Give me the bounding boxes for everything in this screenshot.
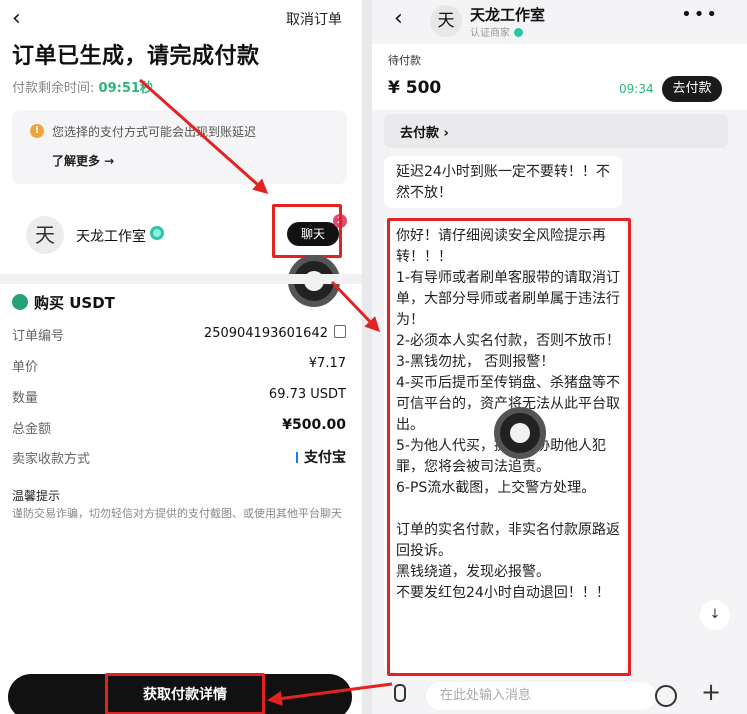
pending-payment-label: 待付款 bbox=[388, 54, 421, 67]
timer-label: 付款剩余时间: bbox=[12, 81, 95, 96]
payment-method: 支付宝 bbox=[296, 447, 346, 467]
tips-text: 谨防交易诈骗，切勿轻信对方提供的支付截图、或使用其他平台聊天 bbox=[12, 507, 342, 520]
warning-icon: ! bbox=[30, 124, 44, 138]
payment-notice: ! 您选择的支付方式可能会出现到账延迟 了解更多 → bbox=[12, 110, 347, 184]
verified-badge-icon bbox=[150, 226, 164, 240]
cancel-order-button[interactable]: 取消订单 bbox=[286, 9, 342, 29]
divider bbox=[0, 274, 362, 284]
payment-method-value: 支付宝 bbox=[304, 450, 346, 466]
order-screen: ‹ 取消订单 订单已生成，请完成付款 付款剩余时间: 09:51秒 ! 您选择的… bbox=[0, 0, 362, 714]
pending-amount: ¥ 500 bbox=[388, 78, 442, 98]
chat-message: 延迟24小时到账一定不要转！！不然不放！ bbox=[384, 156, 622, 208]
annotation-box-chat bbox=[272, 204, 342, 258]
microphone-icon[interactable] bbox=[394, 684, 406, 702]
seller-name: 天龙工作室 bbox=[76, 229, 146, 245]
total-amount: ¥500.00 bbox=[282, 417, 346, 433]
scroll-down-button[interactable]: ↓ bbox=[700, 600, 730, 630]
avatar: 天 bbox=[430, 5, 462, 37]
go-pay-button[interactable]: 去付款 bbox=[662, 76, 722, 102]
emoji-icon[interactable] bbox=[655, 685, 677, 707]
touch-indicator bbox=[494, 407, 546, 459]
tips-title: 温馨提示 bbox=[12, 489, 61, 503]
payment-timer: 付款剩余时间: 09:51秒 bbox=[12, 77, 153, 96]
pending-payment-card: 待付款 ¥ 500 09:34 去付款 bbox=[372, 44, 747, 110]
annotation-box-details bbox=[105, 673, 265, 714]
chat-screen: ‹ 天 天龙工作室 认证商家 ••• 待付款 ¥ 500 09:34 去付款 去… bbox=[372, 0, 747, 714]
order-number-value: 250904193601642 bbox=[203, 326, 328, 341]
pending-timer: 09:34 bbox=[619, 82, 654, 96]
quick-pay-label[interactable]: 去付款 › bbox=[400, 122, 449, 141]
avatar: 天 bbox=[26, 216, 64, 254]
order-number: 250904193601642 bbox=[204, 325, 346, 341]
more-icon[interactable]: ••• bbox=[681, 4, 719, 25]
notice-text: 您选择的支付方式可能会出现到账延迟 bbox=[52, 125, 257, 139]
merchant-subtitle-text: 认证商家 bbox=[470, 28, 510, 39]
buy-title-text: 购买 USDT bbox=[34, 294, 115, 312]
buy-usdt-title: 购买 USDT bbox=[12, 292, 115, 313]
plus-icon[interactable]: + bbox=[701, 678, 721, 706]
timer-value: 09:51秒 bbox=[98, 81, 153, 96]
page-title: 订单已生成，请完成付款 bbox=[12, 44, 260, 69]
unit-price: ¥7.17 bbox=[308, 356, 346, 371]
detail-label: 总金额 bbox=[12, 422, 52, 437]
detail-label: 订单编号 bbox=[12, 329, 65, 344]
detail-label: 数量 bbox=[12, 391, 39, 406]
learn-more-link[interactable]: 了解更多 → bbox=[52, 152, 114, 169]
alipay-icon bbox=[296, 452, 298, 463]
detail-label: 卖家收款方式 bbox=[12, 452, 91, 467]
merchant-subtitle: 认证商家 bbox=[470, 24, 523, 39]
back-button[interactable]: ‹ bbox=[12, 6, 21, 31]
quick-pay-bar[interactable]: 去付款 › bbox=[384, 114, 728, 148]
usdt-icon bbox=[12, 294, 28, 310]
input-bar: 在此处输入消息 + bbox=[372, 678, 747, 714]
message-input[interactable]: 在此处输入消息 bbox=[426, 682, 656, 710]
quantity: 69.73 USDT bbox=[268, 387, 346, 402]
copy-icon[interactable] bbox=[334, 325, 346, 338]
verified-badge-icon bbox=[514, 28, 523, 37]
back-button[interactable]: ‹ bbox=[394, 6, 403, 31]
chat-title: 天龙工作室 bbox=[470, 6, 546, 24]
detail-label: 单价 bbox=[12, 360, 39, 375]
